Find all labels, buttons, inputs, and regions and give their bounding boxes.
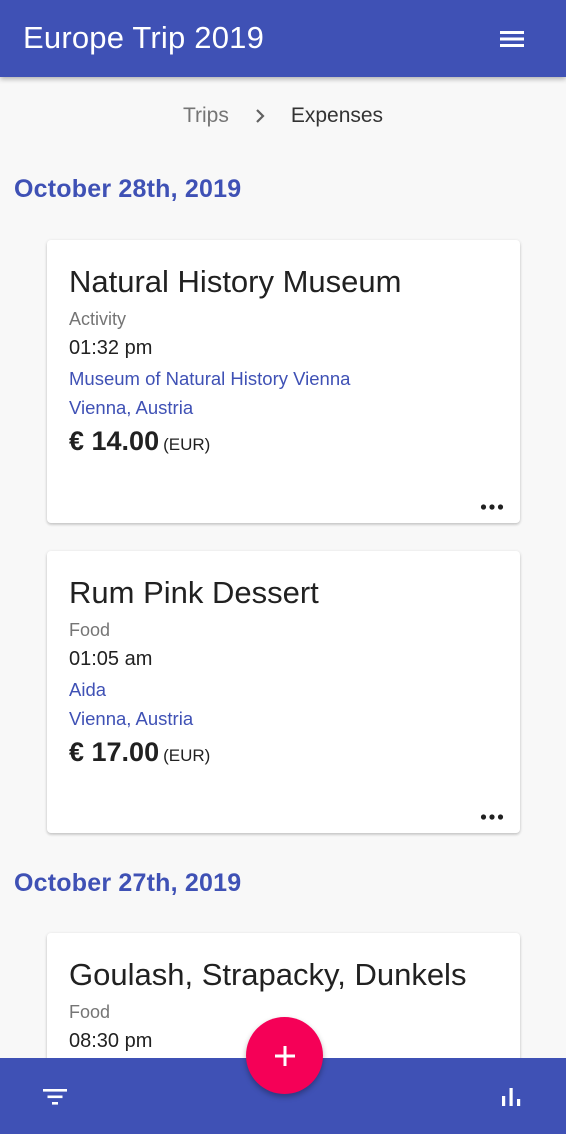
expense-amount-value: € 14.00: [69, 426, 160, 456]
expense-amount: € 14.00 (EUR): [69, 426, 210, 457]
card-more-button[interactable]: [480, 499, 504, 510]
expense-title: Goulash, Strapacky, Dunkels: [69, 957, 467, 992]
expense-currency: (EUR): [163, 435, 211, 454]
add-expense-button[interactable]: [246, 1017, 323, 1094]
breadcrumb-current: Expenses: [290, 104, 384, 127]
expense-category: Food: [69, 1002, 111, 1022]
expense-currency: (EUR): [163, 746, 211, 765]
expense-amount-value: € 17.00: [69, 737, 160, 767]
expense-card[interactable]: Natural History Museum Activity 01:32 pm…: [47, 240, 520, 523]
app-root: Europe Trip 2019 Trips Expenses October …: [0, 0, 566, 1134]
date-header: October 27th, 2019: [14, 869, 242, 897]
breadcrumb: Trips Expenses: [0, 101, 566, 131]
expense-time: 08:30 pm: [69, 1030, 153, 1052]
expense-place: Museum of Natural History Vienna: [69, 368, 351, 389]
menu-icon: [500, 31, 524, 47]
bar-chart-icon: [502, 1088, 521, 1106]
filter-icon: [43, 1089, 67, 1105]
filter-button[interactable]: [40, 1084, 70, 1110]
app-title: Europe Trip 2019: [23, 20, 265, 55]
chevron-right-icon: [256, 109, 265, 123]
expense-place: Aida: [69, 679, 107, 700]
expense-title: Rum Pink Dessert: [69, 575, 319, 610]
statistics-button[interactable]: [498, 1084, 526, 1110]
breadcrumb-trips-link[interactable]: Trips: [183, 104, 229, 128]
date-header: October 28th, 2019: [14, 175, 242, 203]
expense-location: Vienna, Austria: [69, 397, 194, 418]
plus-icon: [274, 1045, 295, 1066]
expense-title: Natural History Museum: [69, 264, 402, 299]
expense-location: Vienna, Austria: [69, 708, 194, 729]
app-bar: Europe Trip 2019: [0, 0, 566, 77]
expense-card[interactable]: Rum Pink Dessert Food 01:05 am Aida Vien…: [47, 551, 520, 833]
expense-amount: € 17.00 (EUR): [69, 737, 210, 768]
card-more-button[interactable]: [480, 809, 504, 820]
more-horiz-icon: [480, 814, 504, 820]
expense-time: 01:32 pm: [69, 337, 153, 359]
expense-category: Activity: [69, 309, 127, 329]
more-horiz-icon: [480, 504, 504, 510]
menu-button[interactable]: [494, 24, 530, 54]
expense-time: 01:05 am: [69, 648, 153, 670]
expense-category: Food: [69, 620, 111, 640]
